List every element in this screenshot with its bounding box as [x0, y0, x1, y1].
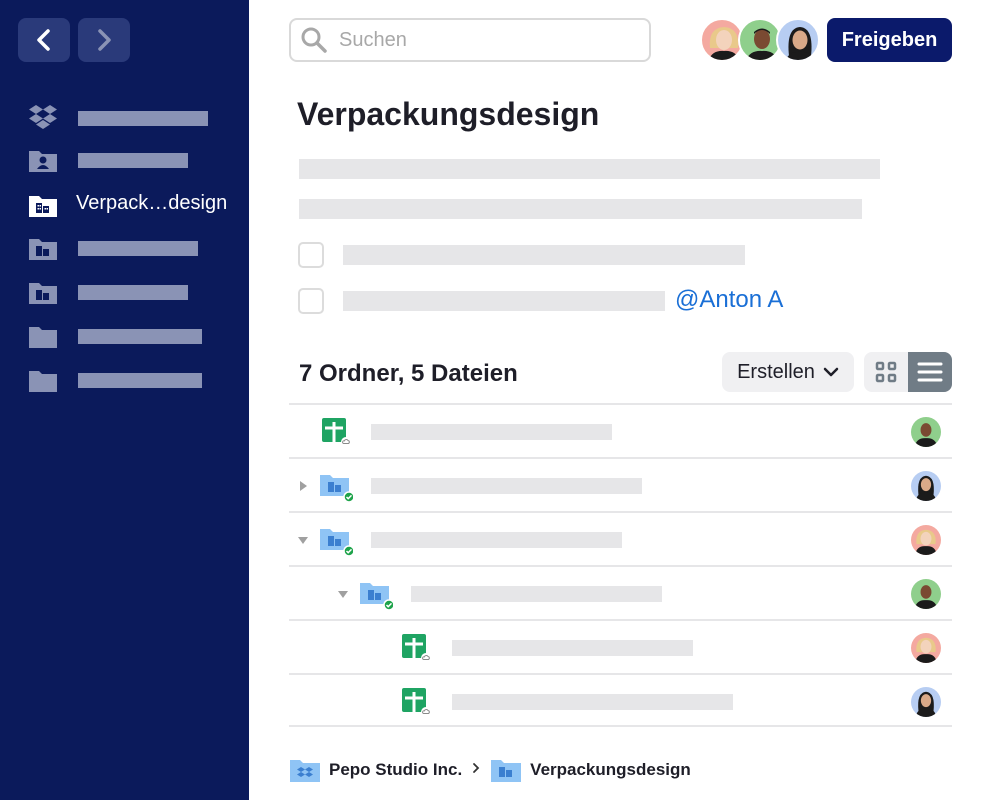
folder-row[interactable]: [289, 457, 952, 511]
search-box[interactable]: [289, 18, 651, 62]
file-row[interactable]: [289, 673, 952, 727]
file-name-placeholder: [371, 478, 642, 494]
chevron-right-icon: [98, 29, 111, 51]
owner-avatar: [911, 525, 941, 555]
file-name-placeholder: [371, 532, 622, 548]
text-placeholder: [299, 159, 880, 179]
team-folder-icon: [360, 583, 393, 611]
forward-button[interactable]: [78, 18, 130, 62]
dropbox-folder-icon: [290, 760, 320, 782]
mention-link[interactable]: @Anton A: [675, 286, 783, 314]
team-folder-icon: [320, 529, 353, 557]
task-text-placeholder: [343, 245, 745, 265]
breadcrumb-current[interactable]: Verpackungsdesign: [530, 760, 691, 780]
sidebar-item-placeholder: [78, 329, 202, 344]
sidebar-item-team-2[interactable]: [28, 277, 238, 307]
sidebar-item-personal[interactable]: [28, 145, 238, 175]
task-checkbox[interactable]: [298, 242, 324, 268]
create-button-label: Erstellen: [737, 360, 815, 383]
file-list: [289, 403, 952, 727]
chevron-right-icon: [472, 761, 480, 779]
sidebar-item-team-1[interactable]: [28, 233, 238, 263]
task-text-placeholder: [343, 291, 665, 311]
team-folder-icon: [491, 760, 522, 782]
file-name-placeholder: [452, 640, 693, 656]
sidebar: Verpack…design: [0, 0, 249, 800]
sidebar-item-folder-2[interactable]: [28, 365, 238, 395]
chevron-down-icon: [823, 367, 839, 377]
user-folder-icon: [28, 145, 58, 175]
page-title: Verpackungsdesign: [297, 96, 600, 132]
list-view-button[interactable]: [908, 352, 952, 392]
dropbox-icon: [28, 103, 58, 133]
search-input[interactable]: [339, 28, 639, 52]
file-name-placeholder: [452, 694, 733, 710]
collaborator-avatars[interactable]: [700, 18, 820, 62]
grid-view-button[interactable]: [864, 352, 908, 392]
owner-avatar: [911, 579, 941, 609]
sidebar-item-placeholder: [78, 241, 198, 256]
folder-icon: [28, 365, 58, 395]
collapse-arrow-icon[interactable]: [336, 587, 350, 601]
avatar[interactable]: [776, 18, 820, 62]
expand-arrow-icon[interactable]: [296, 479, 310, 493]
search-icon: [299, 25, 329, 55]
files-summary: 7 Ordner, 5 Dateien: [299, 360, 518, 387]
sidebar-item-dropbox[interactable]: [28, 103, 238, 133]
team-folder-icon: [320, 475, 353, 503]
team-folder-icon: [28, 190, 58, 220]
list-icon: [917, 362, 943, 382]
spreadsheet-icon: [322, 418, 351, 447]
sidebar-item-label: Verpack…design: [76, 192, 228, 214]
file-row[interactable]: [289, 403, 952, 457]
view-toggle: [864, 352, 952, 392]
team-folder-icon: [28, 277, 58, 307]
file-name-placeholder: [371, 424, 612, 440]
breadcrumb-root[interactable]: Pepo Studio Inc.: [329, 760, 462, 780]
collapse-arrow-icon[interactable]: [296, 533, 310, 547]
folder-icon: [28, 321, 58, 351]
task-checkbox[interactable]: [298, 288, 324, 314]
create-button[interactable]: Erstellen: [722, 352, 854, 392]
sidebar-item-placeholder: [78, 285, 188, 300]
folder-row[interactable]: [289, 565, 952, 619]
breadcrumb: Pepo Studio Inc. Verpackungsdesign: [289, 756, 691, 784]
spreadsheet-icon: [402, 634, 431, 663]
owner-avatar: [911, 471, 941, 501]
team-folder-icon: [28, 233, 58, 263]
spreadsheet-icon: [402, 688, 431, 717]
sidebar-item-placeholder: [78, 153, 188, 168]
app-window: Verpack…design Suchen Freigeben Verpacku…: [0, 0, 990, 800]
folder-row[interactable]: [289, 511, 952, 565]
sidebar-item-placeholder: [78, 373, 202, 388]
back-button[interactable]: [18, 18, 70, 62]
owner-avatar: [911, 633, 941, 663]
text-placeholder: [299, 199, 862, 219]
sidebar-item-folder-1[interactable]: [28, 321, 238, 351]
owner-avatar: [911, 687, 941, 717]
file-name-placeholder: [411, 586, 662, 602]
owner-avatar: [911, 417, 941, 447]
grid-icon: [875, 361, 897, 383]
sidebar-item-verpackungsdesign[interactable]: Verpack…design: [28, 190, 238, 220]
file-row[interactable]: [289, 619, 952, 673]
sidebar-item-placeholder: [78, 111, 208, 126]
chevron-left-icon: [37, 29, 50, 51]
share-button[interactable]: Freigeben: [827, 18, 952, 62]
